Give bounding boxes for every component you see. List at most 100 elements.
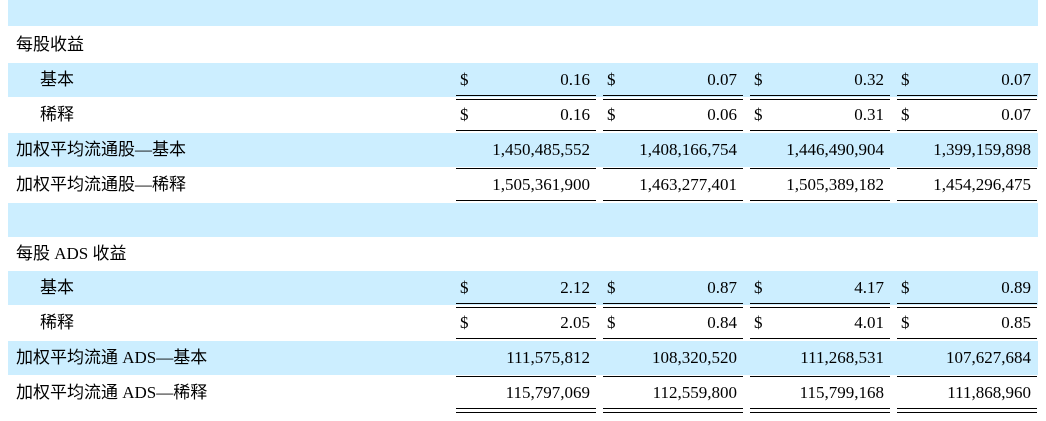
row-label: 稀释 [40, 313, 74, 332]
value-cell: $ 4.17 [750, 271, 890, 308]
table-row: 稀释 $ 0.16 $ 0.06 $ 0.31 $ 0.07 [8, 98, 1038, 135]
value-cell: $ 0.85 [897, 306, 1037, 343]
cell-value: 0.07 [707, 70, 737, 89]
section-title-row: 每股收益 [8, 28, 1038, 62]
currency-symbol: $ [754, 105, 763, 124]
cell-value: 0.07 [1001, 70, 1031, 89]
value-cell: $ 0.07 [897, 98, 1037, 135]
row-label: 加权平均流通股—稀释 [16, 175, 186, 194]
value-cell: 1,446,490,904 [750, 133, 890, 167]
cell-value: 115,797,069 [505, 383, 590, 402]
cell-value: 111,575,812 [506, 348, 590, 367]
value-cell: 112,559,800 [603, 376, 743, 413]
value-cell: 1,505,361,900 [456, 168, 596, 205]
double-underline [897, 408, 1037, 413]
value-cell: $ 0.07 [897, 63, 1037, 100]
cell-value: 0.85 [1001, 313, 1031, 332]
currency-symbol: $ [607, 105, 616, 124]
cell-value: 0.16 [560, 70, 590, 89]
double-underline [603, 408, 743, 413]
currency-symbol: $ [901, 105, 910, 124]
value-cell: $ 0.07 [603, 63, 743, 100]
cell-value: 0.06 [707, 105, 737, 124]
value-cell: 111,575,812 [456, 341, 596, 375]
cell-value: 1,505,389,182 [786, 175, 884, 194]
row-label: 加权平均流通 ADS—稀释 [16, 383, 208, 402]
cell-value: 108,320,520 [652, 348, 737, 367]
table-row: 加权平均流通 ADS—基本 111,575,812 108,320,520 11… [8, 341, 1038, 375]
value-cell: 115,797,069 [456, 376, 596, 413]
row-label: 基本 [40, 70, 74, 89]
cell-value: 0.31 [854, 105, 884, 124]
currency-symbol: $ [754, 70, 763, 89]
currency-symbol: $ [901, 70, 910, 89]
spacer-band [8, 203, 1038, 237]
currency-symbol: $ [460, 70, 469, 89]
double-underline [750, 408, 890, 413]
currency-symbol: $ [754, 278, 763, 297]
cell-value: 2.12 [560, 278, 590, 297]
value-cell: $ 2.12 [456, 271, 596, 308]
table-row: 加权平均流通 ADS—稀释 115,797,069 112,559,800 11… [8, 376, 1038, 413]
value-cell: $ 0.16 [456, 98, 596, 135]
cell-value: 0.32 [854, 70, 884, 89]
table-row: 基本 $ 0.16 $ 0.07 $ 0.32 $ 0.07 [8, 63, 1038, 100]
cell-value: 0.16 [560, 105, 590, 124]
currency-symbol: $ [460, 105, 469, 124]
row-label: 稀释 [40, 105, 74, 124]
value-cell: 1,450,485,552 [456, 133, 596, 167]
table-row: 稀释 $ 2.05 $ 0.84 $ 4.01 $ 0.85 [8, 306, 1038, 343]
currency-symbol: $ [901, 278, 910, 297]
currency-symbol: $ [607, 313, 616, 332]
value-cell: $ 0.31 [750, 98, 890, 135]
currency-symbol: $ [901, 313, 910, 332]
cell-value: 1,446,490,904 [786, 140, 884, 159]
value-cell: 107,627,684 [897, 341, 1037, 375]
value-cell: 1,408,166,754 [603, 133, 743, 167]
value-cell: $ 0.06 [603, 98, 743, 135]
value-cell: $ 0.84 [603, 306, 743, 343]
value-cell: 108,320,520 [603, 341, 743, 375]
currency-symbol: $ [607, 278, 616, 297]
cell-value: 4.17 [854, 278, 884, 297]
cell-value: 1,454,296,475 [933, 175, 1031, 194]
cell-value: 1,450,485,552 [492, 140, 590, 159]
value-cell: $ 0.16 [456, 63, 596, 100]
cell-value: 0.89 [1001, 278, 1031, 297]
value-cell: $ 0.32 [750, 63, 890, 100]
row-label: 加权平均流通股—基本 [16, 140, 186, 159]
row-label: 加权平均流通 ADS—基本 [16, 348, 208, 367]
cell-value: 0.07 [1001, 105, 1031, 124]
table-row: 加权平均流通股—稀释 1,505,361,900 1,463,277,401 1… [8, 168, 1038, 205]
section-title: 每股收益 [16, 35, 84, 54]
cell-value: 111,868,960 [947, 383, 1031, 402]
value-cell: $ 2.05 [456, 306, 596, 343]
value-cell: 1,463,277,401 [603, 168, 743, 205]
currency-symbol: $ [460, 313, 469, 332]
value-cell: $ 0.89 [897, 271, 1037, 308]
double-underline [456, 408, 596, 413]
section-title: 每股 ADS 收益 [16, 244, 127, 263]
section-title-row: 每股 ADS 收益 [8, 237, 1038, 271]
table-row: 基本 $ 2.12 $ 0.87 $ 4.17 $ 0.89 [8, 271, 1038, 308]
cell-value: 2.05 [560, 313, 590, 332]
cell-value: 107,627,684 [946, 348, 1031, 367]
currency-symbol: $ [607, 70, 616, 89]
value-cell: 111,268,531 [750, 341, 890, 375]
currency-symbol: $ [460, 278, 469, 297]
cell-value: 0.87 [707, 278, 737, 297]
table-row: 加权平均流通股—基本 1,450,485,552 1,408,166,754 1… [8, 133, 1038, 167]
cell-value: 1,399,159,898 [933, 140, 1031, 159]
cell-value: 111,268,531 [800, 348, 884, 367]
row-label: 基本 [40, 278, 74, 297]
cell-value: 1,463,277,401 [639, 175, 737, 194]
value-cell: 1,454,296,475 [897, 168, 1037, 205]
cell-value: 4.01 [854, 313, 884, 332]
currency-symbol: $ [754, 313, 763, 332]
value-cell: 111,868,960 [897, 376, 1037, 413]
cell-value: 1,505,361,900 [492, 175, 590, 194]
value-cell: 1,399,159,898 [897, 133, 1037, 167]
cell-value: 1,408,166,754 [639, 140, 737, 159]
value-cell: $ 4.01 [750, 306, 890, 343]
value-cell: 115,799,168 [750, 376, 890, 413]
